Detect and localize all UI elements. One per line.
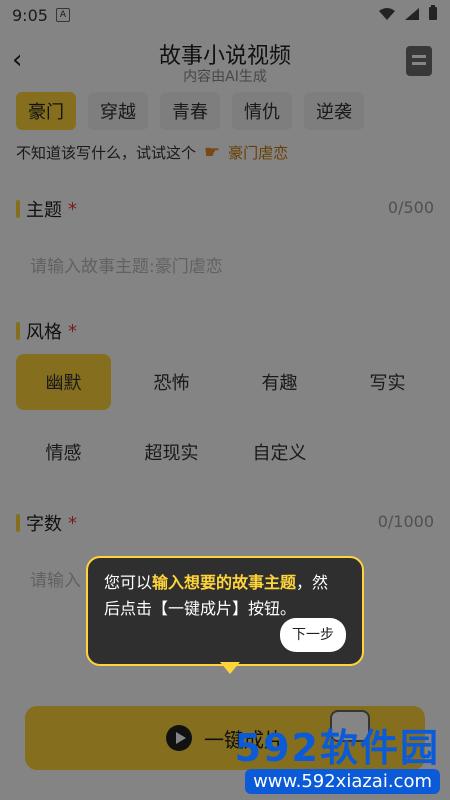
tutorial-overlay: [0, 0, 450, 800]
tooltip-prefix: 您可以: [104, 573, 153, 592]
watermark-url: www.592xiazai.com: [245, 769, 440, 794]
watermark-cn: 软件园: [319, 726, 440, 770]
tooltip-suffix: ，然: [296, 573, 329, 592]
next-step-button[interactable]: 下一步: [280, 618, 346, 652]
watermark-brand: 592软件园: [235, 717, 440, 772]
tooltip-tail: [220, 662, 240, 674]
tooltip-line-1: 您可以输入想要的故事主题，然: [104, 570, 346, 596]
tutorial-tooltip: 您可以输入想要的故事主题，然 后点击【一键成片】按钮。 下一步: [86, 556, 364, 666]
watermark: 592软件园 www.592xiazai.com: [235, 717, 440, 794]
tooltip-highlight: 输入想要的故事主题: [152, 573, 297, 592]
watermark-number: 592: [234, 726, 320, 770]
